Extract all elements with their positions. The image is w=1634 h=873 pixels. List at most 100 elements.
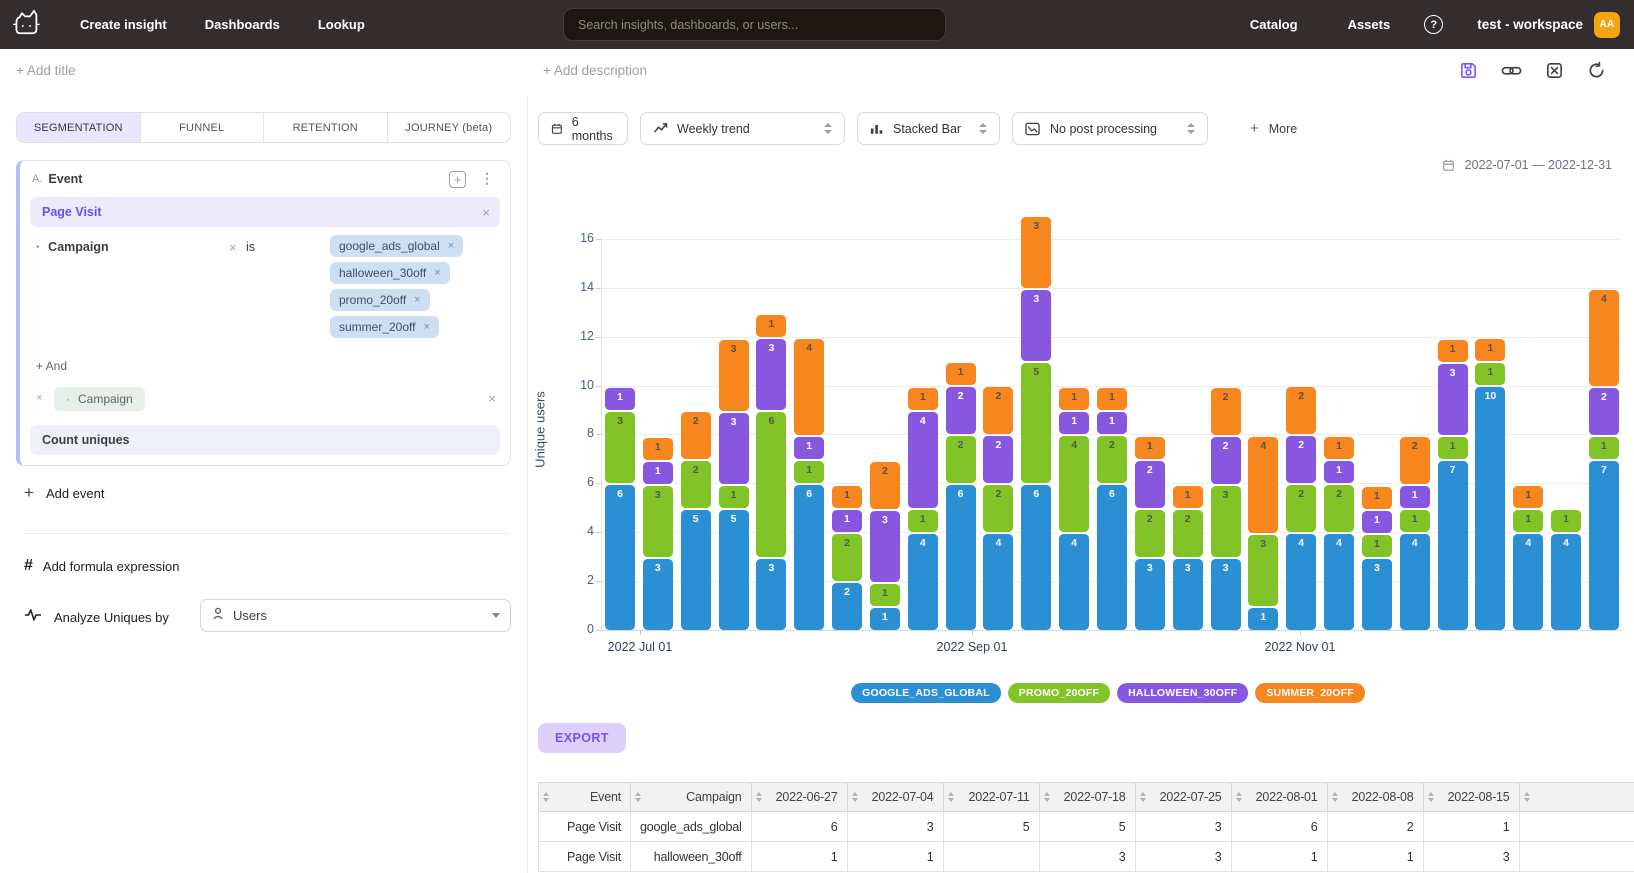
bar-segment-summer-20off[interactable]: 2 bbox=[1286, 387, 1316, 434]
pending-filter-property[interactable]: ·Campaign bbox=[54, 387, 145, 411]
bar-segment-halloween-30off[interactable]: 2 bbox=[1211, 437, 1241, 484]
filter-value-halloween-30off[interactable]: halloween_30off× bbox=[330, 262, 450, 284]
bar-segment-promo-20off[interactable]: 2 bbox=[1097, 436, 1127, 483]
legend-summer-20off[interactable]: SUMMER_20OFF bbox=[1255, 683, 1365, 703]
date-range-button[interactable]: 6 months bbox=[538, 112, 628, 145]
bar-segment-summer-20off[interactable]: 1 bbox=[832, 486, 862, 508]
bar-segment-summer-20off[interactable]: 1 bbox=[1097, 388, 1127, 410]
trend-select[interactable]: Weekly trend bbox=[640, 112, 845, 145]
bar-segment-google-ads-global[interactable]: 2 bbox=[832, 583, 862, 630]
bar-segment-google-ads-global[interactable]: 6 bbox=[1021, 485, 1051, 630]
bar-segment-summer-20off[interactable]: 2 bbox=[1211, 388, 1241, 435]
bar-segment-halloween-30off[interactable]: 3 bbox=[756, 339, 786, 410]
filter-value-summer-20off[interactable]: summer_20off× bbox=[330, 316, 439, 338]
remove-value-icon[interactable]: × bbox=[434, 267, 440, 279]
post-processing-select[interactable]: No post processing bbox=[1012, 112, 1208, 145]
bar-segment-summer-20off[interactable]: 1 bbox=[1362, 487, 1392, 509]
bar-segment-google-ads-global[interactable]: 4 bbox=[1324, 534, 1354, 630]
bar-segment-promo-20off[interactable]: 1 bbox=[1551, 510, 1581, 532]
search-input[interactable] bbox=[576, 17, 933, 33]
close-square-icon[interactable] bbox=[1545, 61, 1564, 80]
aggregation-row[interactable]: Count uniques bbox=[30, 425, 500, 455]
nav-link-catalog[interactable]: Catalog bbox=[1250, 17, 1298, 32]
filter-property[interactable]: Campaign bbox=[48, 240, 108, 254]
bar-segment-promo-20off[interactable]: 2 bbox=[983, 485, 1013, 532]
nav-link-assets[interactable]: Assets bbox=[1348, 17, 1391, 32]
bar-segment-google-ads-global[interactable]: 6 bbox=[605, 485, 635, 630]
bar-segment-promo-20off[interactable]: 2 bbox=[832, 534, 862, 581]
bar-segment-google-ads-global[interactable]: 3 bbox=[1211, 559, 1241, 630]
bar-segment-halloween-30off[interactable]: 2 bbox=[1135, 461, 1165, 508]
sort-icon[interactable] bbox=[852, 792, 858, 802]
sort-icon[interactable] bbox=[635, 792, 641, 802]
sort-icon[interactable] bbox=[1044, 792, 1050, 802]
bar-segment-promo-20off[interactable]: 2 bbox=[946, 436, 976, 483]
bar-segment-promo-20off[interactable]: 3 bbox=[1211, 486, 1241, 557]
add-description-field[interactable]: + Add description bbox=[543, 63, 647, 78]
workspace-name[interactable]: test - workspace bbox=[1477, 17, 1583, 32]
bar-segment-google-ads-global[interactable]: 3 bbox=[643, 559, 673, 630]
filter-operator[interactable]: is bbox=[246, 240, 255, 254]
bar-segment-google-ads-global[interactable]: 4 bbox=[1059, 534, 1089, 630]
bar-segment-summer-20off[interactable]: 3 bbox=[719, 340, 749, 411]
bar-segment-summer-20off[interactable]: 2 bbox=[983, 387, 1013, 434]
export-button[interactable]: EXPORT bbox=[538, 723, 626, 753]
bar-segment-google-ads-global[interactable]: 4 bbox=[1286, 534, 1316, 630]
bar-segment-promo-20off[interactable]: 4 bbox=[1059, 436, 1089, 532]
bar-segment-google-ads-global[interactable]: 6 bbox=[946, 485, 976, 630]
bar-segment-google-ads-global[interactable]: 4 bbox=[1551, 534, 1581, 630]
nav-link-dashboards[interactable]: Dashboards bbox=[205, 17, 280, 32]
bar-segment-google-ads-global[interactable]: 3 bbox=[1362, 559, 1392, 630]
sort-icon[interactable] bbox=[756, 792, 762, 802]
bar-segment-google-ads-global[interactable]: 3 bbox=[756, 559, 786, 630]
bar-segment-promo-20off[interactable]: 1 bbox=[908, 510, 938, 532]
bar-segment-promo-20off[interactable]: 1 bbox=[870, 584, 900, 606]
filter-value-promo-20off[interactable]: promo_20off× bbox=[330, 289, 430, 311]
bar-segment-summer-20off[interactable]: 4 bbox=[794, 339, 824, 435]
table-row[interactable]: Page Visitgoogle_ads_global63553621 bbox=[539, 812, 1634, 842]
bar-segment-halloween-30off[interactable]: 2 bbox=[946, 387, 976, 434]
bar-segment-google-ads-global[interactable]: 4 bbox=[983, 534, 1013, 630]
bar-segment-halloween-30off[interactable]: 1 bbox=[1362, 511, 1392, 533]
bar-segment-summer-20off[interactable]: 1 bbox=[1475, 339, 1505, 361]
bar-segment-halloween-30off[interactable]: 1 bbox=[643, 462, 673, 484]
legend-promo-20off[interactable]: PROMO_20OFF bbox=[1008, 683, 1110, 703]
bar-segment-google-ads-global[interactable]: 5 bbox=[681, 510, 711, 630]
bar-segment-promo-20off[interactable]: 1 bbox=[1475, 363, 1505, 385]
bar-segment-halloween-30off[interactable]: 1 bbox=[1324, 461, 1354, 483]
add-event-button[interactable]: + Add event bbox=[24, 483, 104, 503]
bar-segment-halloween-30off[interactable]: 1 bbox=[832, 510, 862, 532]
bar-segment-google-ads-global[interactable]: 6 bbox=[794, 485, 824, 630]
remove-value-icon[interactable]: × bbox=[448, 240, 454, 252]
nav-link-create-insight[interactable]: Create insight bbox=[80, 17, 167, 32]
app-logo-cat-icon[interactable] bbox=[10, 5, 42, 44]
bar-segment-google-ads-global[interactable]: 7 bbox=[1589, 461, 1619, 630]
bar-segment-google-ads-global[interactable]: 5 bbox=[719, 510, 749, 630]
bar-segment-promo-20off[interactable]: 5 bbox=[1021, 363, 1051, 483]
chart-type-select[interactable]: Stacked Bar bbox=[857, 112, 1000, 145]
link-icon[interactable] bbox=[1501, 61, 1522, 80]
legend-google-ads-global[interactable]: GOOGLE_ADS_GLOBAL bbox=[851, 683, 1001, 703]
tab-journey-beta[interactable]: JOURNEY (beta) bbox=[388, 113, 511, 142]
remove-value-icon[interactable]: × bbox=[414, 294, 420, 306]
add-title-field[interactable]: + Add title bbox=[16, 63, 76, 78]
legend-halloween-30off[interactable]: HALLOWEEN_30OFF bbox=[1117, 683, 1248, 703]
tab-segmentation[interactable]: SEGMENTATION bbox=[17, 113, 141, 142]
bar-segment-summer-20off[interactable]: 1 bbox=[1513, 486, 1543, 508]
bar-segment-summer-20off[interactable]: 1 bbox=[756, 315, 786, 337]
table-row[interactable]: Page Visithalloween_30off1133113 bbox=[539, 842, 1634, 872]
bar-segment-summer-20off[interactable]: 2 bbox=[1400, 437, 1430, 484]
bar-segment-summer-20off[interactable]: 3 bbox=[1021, 217, 1051, 288]
bar-segment-summer-20off[interactable]: 1 bbox=[1438, 340, 1468, 362]
refresh-icon[interactable] bbox=[1587, 61, 1606, 80]
selected-event-name[interactable]: Page Visit bbox=[42, 205, 482, 219]
sort-icon[interactable] bbox=[543, 792, 549, 802]
bar-segment-summer-20off[interactable]: 4 bbox=[1589, 290, 1619, 386]
bar-segment-promo-20off[interactable]: 3 bbox=[643, 486, 673, 557]
bar-segment-halloween-30off[interactable]: 1 bbox=[605, 388, 635, 410]
bar-segment-google-ads-global[interactable]: 7 bbox=[1438, 461, 1468, 630]
bar-segment-promo-20off[interactable]: 6 bbox=[756, 412, 786, 557]
add-formula-button[interactable]: # Add formula expression bbox=[24, 557, 179, 575]
bar-segment-summer-20off[interactable]: 2 bbox=[870, 462, 900, 509]
more-button[interactable]: + More bbox=[1250, 120, 1297, 137]
